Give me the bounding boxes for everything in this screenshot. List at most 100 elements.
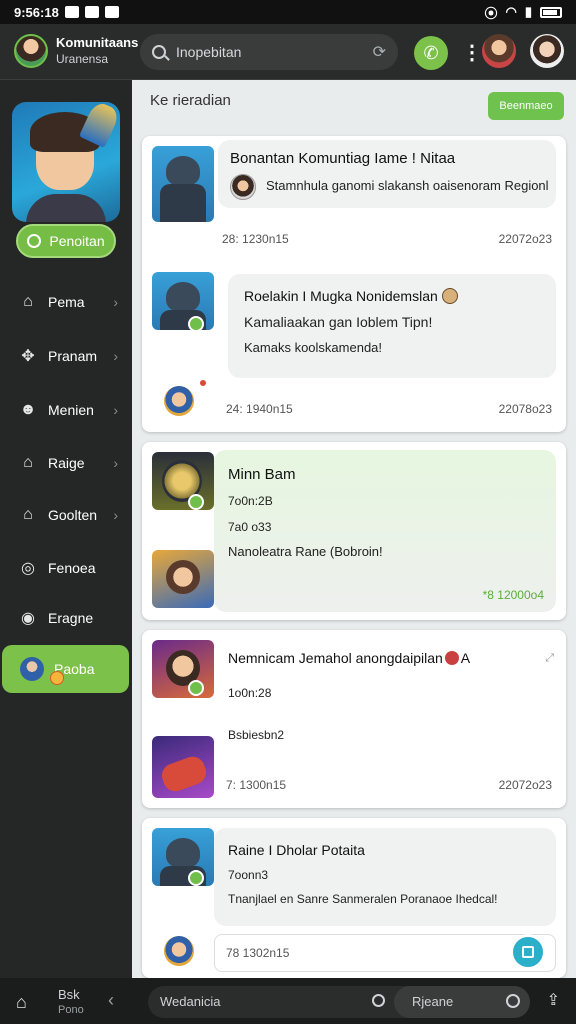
message-line: Kamaks koolskamenda! — [244, 340, 383, 355]
search-icon — [152, 45, 166, 59]
post-card[interactable]: Nemnicam Jemahol anongdaipilan A ⤢ 1o0n:2… — [142, 630, 566, 808]
signal-icon: ▮ — [524, 4, 532, 19]
soldier-avatar[interactable] — [152, 828, 214, 886]
status-bar: 9:56:18 ⦿ ◠ ▮ — [0, 0, 576, 24]
profile-avatar[interactable] — [530, 34, 564, 68]
smile-emoji-icon — [441, 288, 458, 304]
post-title: Bonantan Komuntiag Iame ! Nitaa — [230, 150, 456, 167]
chevron-right-icon: › — [113, 294, 118, 310]
circle-icon — [27, 234, 42, 248]
ring-icon: ◉ — [21, 610, 35, 627]
house-icon: ⌂ — [23, 454, 33, 471]
bottom-input-left[interactable]: Wedanicia — [160, 994, 220, 1009]
refresh-icon[interactable]: ⟳ — [373, 42, 386, 62]
message-line: 1o0n:28 — [228, 686, 272, 700]
sidebar-item-fenoea[interactable]: ◎ Fenoea — [0, 548, 132, 588]
chevron-right-icon: › — [113, 348, 118, 364]
bottom-bar: ⌂ Bsk Pono ‹ Wedanicia Rjeane ⇪ — [0, 978, 576, 1024]
knight-avatar[interactable] — [152, 452, 214, 510]
sidebar-item-raige[interactable]: ⌂ Raige › — [0, 443, 132, 483]
main-feed: Ke rieradian Beenmaeo Bonantan Komuntiag… — [132, 80, 576, 978]
post-card[interactable]: Minn Bam 7o0n:2B 7a0 o33 Nanoleatra Rane… — [142, 442, 566, 620]
user-avatar[interactable] — [230, 174, 256, 200]
voice-call-button[interactable]: ✆ — [414, 36, 448, 70]
sidebar-item-pranam[interactable]: ✥ Pranam › — [0, 336, 132, 376]
soldier-avatar[interactable] — [152, 272, 214, 330]
sidebar-item-label: Eragne — [48, 610, 94, 626]
message-line: 7a0 o33 — [228, 520, 272, 534]
post-time: *8 12000o4 — [482, 588, 544, 602]
community-subtitle: Uranensa — [56, 52, 109, 66]
post-card[interactable]: Bonantan Komuntiag Iame ! Nitaa Stamnhul… — [142, 136, 566, 432]
community-title: Komunitaans — [56, 35, 139, 50]
message-line: 7o0n:2B — [228, 494, 273, 508]
home-icon[interactable]: ⌂ — [16, 992, 27, 1013]
expand-icon[interactable]: ⤢ — [545, 652, 554, 665]
puzzle-icon: ✥ — [21, 348, 35, 365]
settings-icon[interactable] — [506, 994, 520, 1008]
share-icon[interactable]: ⇪ — [547, 990, 560, 1010]
post-date: 22072o23 — [498, 232, 552, 246]
compose-button[interactable] — [510, 934, 546, 970]
notification-icon — [64, 6, 79, 18]
feed-action-button[interactable]: Beenmaeo — [488, 92, 564, 120]
friend-avatar[interactable] — [482, 34, 516, 68]
avatar-icon — [20, 657, 44, 681]
community-avatar[interactable] — [14, 34, 48, 68]
online-status-icon — [188, 870, 204, 886]
message-line: Bsbiesbn2 — [228, 728, 285, 742]
more-options-icon[interactable]: ⋮ — [462, 40, 482, 65]
vibrate-icon: ⦿ — [484, 5, 498, 21]
user-avatar[interactable] — [164, 936, 194, 966]
sidebar-item-eragne[interactable]: ◉ Eragne — [0, 598, 132, 638]
blaster-avatar[interactable] — [152, 736, 214, 798]
bottom-input-right[interactable]: Rjeane — [412, 994, 453, 1009]
soldier-avatar[interactable] — [152, 146, 214, 222]
sidebar-item-menien[interactable]: ☻ Menien › — [0, 390, 132, 430]
online-status-icon — [188, 316, 204, 332]
post-date: 22078o23 — [498, 402, 552, 416]
featured-hero-image[interactable] — [12, 102, 120, 222]
search-input[interactable] — [176, 44, 356, 60]
message-title: Raine I Dholar Potaita — [228, 842, 365, 858]
post-time: 28: 1230n15 — [222, 232, 289, 246]
sidebar-item-label: Pranam — [48, 348, 98, 364]
user-avatar[interactable] — [164, 386, 194, 416]
post-text: Stamnhula ganomi slakansh oaisenoram Reg… — [266, 178, 549, 193]
primary-action-button[interactable]: Penoitan — [16, 224, 116, 258]
post-card[interactable]: Raine I Dholar Potaita 7oonn3 Tnanjlael … — [142, 818, 566, 978]
back-icon[interactable]: ‹ — [108, 990, 114, 1011]
primary-action-label: Penoitan — [49, 233, 105, 249]
sidebar-item-label: Menien — [48, 402, 94, 418]
sidebar-item-label: Goolten — [48, 507, 98, 523]
sidebar-item-label: Fenoea — [48, 560, 96, 576]
message-line: 7oonn3 — [228, 868, 269, 882]
message-title: Roelakin I Mugka Nonidemslan — [244, 288, 458, 304]
ranger-avatar[interactable] — [152, 550, 214, 608]
online-status-icon — [188, 680, 204, 696]
sidebar-item-label: Raige — [48, 455, 85, 471]
sidebar: Penoitan ⌂ Pema › ✥ Pranam › ☻ Menien › … — [0, 80, 132, 978]
search-bar[interactable]: ⟳ — [140, 34, 398, 70]
wifi-icon: ◠ — [505, 4, 517, 19]
chevron-right-icon: › — [113, 455, 118, 471]
feed-heading: Ke rieradian — [150, 92, 231, 109]
post-date: 22072o23 — [498, 778, 552, 792]
app-header: Komunitaans Uranensa ⟳ ✆ ⋮ — [0, 24, 576, 80]
sidebar-item-pema[interactable]: ⌂ Pema › — [0, 282, 132, 322]
search-icon[interactable] — [372, 994, 385, 1007]
bottom-input-bar[interactable]: Wedanicia Rjeane — [148, 986, 530, 1018]
mage-avatar[interactable] — [152, 640, 214, 698]
mask-icon: ☻ — [19, 401, 37, 418]
home-icon: ⌂ — [23, 293, 33, 310]
app-icon — [104, 6, 119, 18]
sidebar-item-goolten[interactable]: ⌂ Goolten › — [0, 495, 132, 535]
chevron-right-icon: › — [113, 402, 118, 418]
chevron-right-icon: › — [113, 507, 118, 523]
sidebar-item-paoba[interactable]: Paoba — [2, 645, 129, 693]
bottom-segment[interactable]: Rjeane — [394, 986, 530, 1018]
mail-icon — [84, 6, 99, 18]
online-status-icon — [188, 494, 204, 510]
notification-dot-icon — [200, 380, 206, 386]
phone-icon: ✆ — [423, 42, 439, 63]
